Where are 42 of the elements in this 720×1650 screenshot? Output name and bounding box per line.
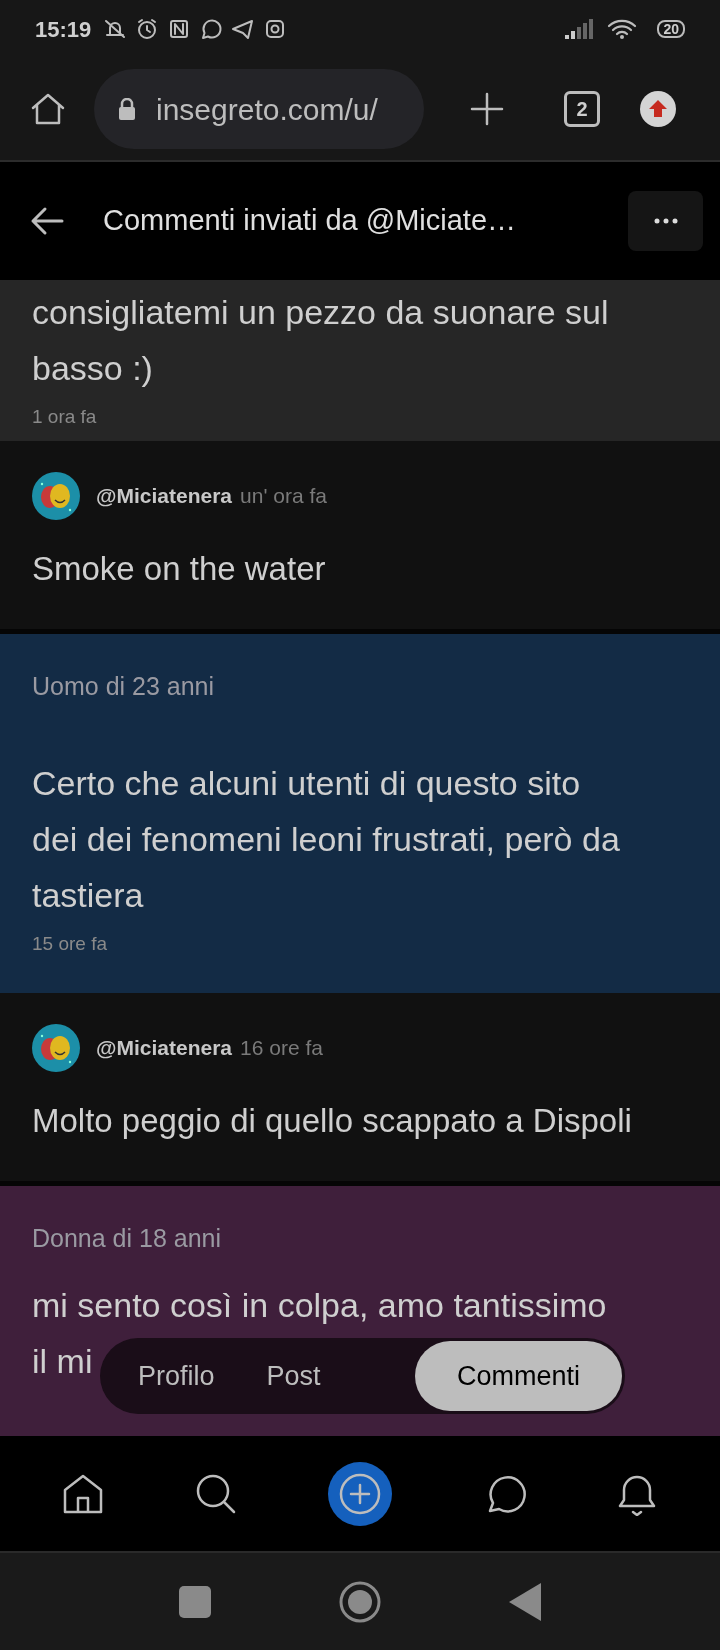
url-text: insegreto.com/u/ bbox=[156, 91, 378, 128]
recents-icon[interactable] bbox=[179, 1585, 211, 1618]
lock-icon bbox=[118, 98, 136, 120]
timestamp: 15 ore fa bbox=[32, 932, 108, 956]
home-button-icon[interactable] bbox=[339, 1580, 381, 1623]
timestamp: 1 ora fa bbox=[32, 405, 98, 429]
segment-tab[interactable]: Commenti bbox=[414, 1341, 622, 1411]
address-bar[interactable]: insegreto.com/u/ bbox=[94, 69, 424, 149]
username[interactable]: @Miciatenera bbox=[96, 1032, 233, 1064]
home-icon[interactable] bbox=[30, 91, 66, 127]
back-icon[interactable] bbox=[509, 1582, 541, 1621]
wifi-icon bbox=[607, 18, 638, 40]
username[interactable]: @Miciatenera bbox=[96, 480, 233, 512]
add-icon[interactable] bbox=[470, 92, 504, 126]
post-text: consigliatemi un pezzo da suonare sul basso :) bbox=[32, 292, 610, 389]
chat-bubble-icon bbox=[199, 17, 224, 41]
comment-text: Smoke on the water bbox=[32, 549, 327, 589]
author-info: Donna di 18 anni bbox=[32, 1223, 223, 1253]
post-text: il mi bbox=[32, 1341, 93, 1382]
more-icon bbox=[653, 218, 678, 224]
signal-icon bbox=[565, 19, 596, 39]
avatar-icon bbox=[32, 472, 80, 520]
segment-tab[interactable]: Profilo bbox=[138, 1355, 215, 1397]
comment-text: Molto peggio di quello scappato a Dispoli bbox=[32, 1101, 633, 1141]
timestamp: un' ora fa bbox=[240, 483, 327, 510]
post-card[interactable]: Uomo di 23 anni Certo che alcuni utenti di questo sito dei dei fenomeni leoni frustrati, però da tastiera 15 ore fa bbox=[0, 634, 720, 993]
clock: 15:19 bbox=[35, 15, 92, 44]
muted-bell-icon bbox=[103, 17, 128, 41]
page-title: Commenti inviati da @Miciate… bbox=[103, 203, 516, 239]
tab-count[interactable]: 2 bbox=[564, 91, 600, 127]
segment-tab[interactable]: Post bbox=[266, 1355, 321, 1397]
upload-icon[interactable] bbox=[640, 91, 676, 127]
post-card[interactable]: consigliatemi un pezzo da suonare sul basso :) 1 ora fa bbox=[0, 280, 720, 441]
post-text: Certo che alcuni utenti di questo sito dei dei fenomeni leoni frustrati, però da tastiera bbox=[32, 763, 621, 916]
add-post-icon[interactable] bbox=[328, 1461, 392, 1526]
post-text: mi sento così in colpa, amo tantissimo bbox=[32, 1285, 607, 1326]
author-info: Uomo di 23 anni bbox=[32, 671, 216, 701]
paper-plane-icon bbox=[231, 17, 256, 41]
timestamp: 16 ore fa bbox=[240, 1035, 323, 1062]
battery-indicator: 20 bbox=[657, 20, 685, 38]
avatar-icon bbox=[32, 1024, 80, 1072]
back-arrow-icon[interactable] bbox=[30, 206, 64, 236]
